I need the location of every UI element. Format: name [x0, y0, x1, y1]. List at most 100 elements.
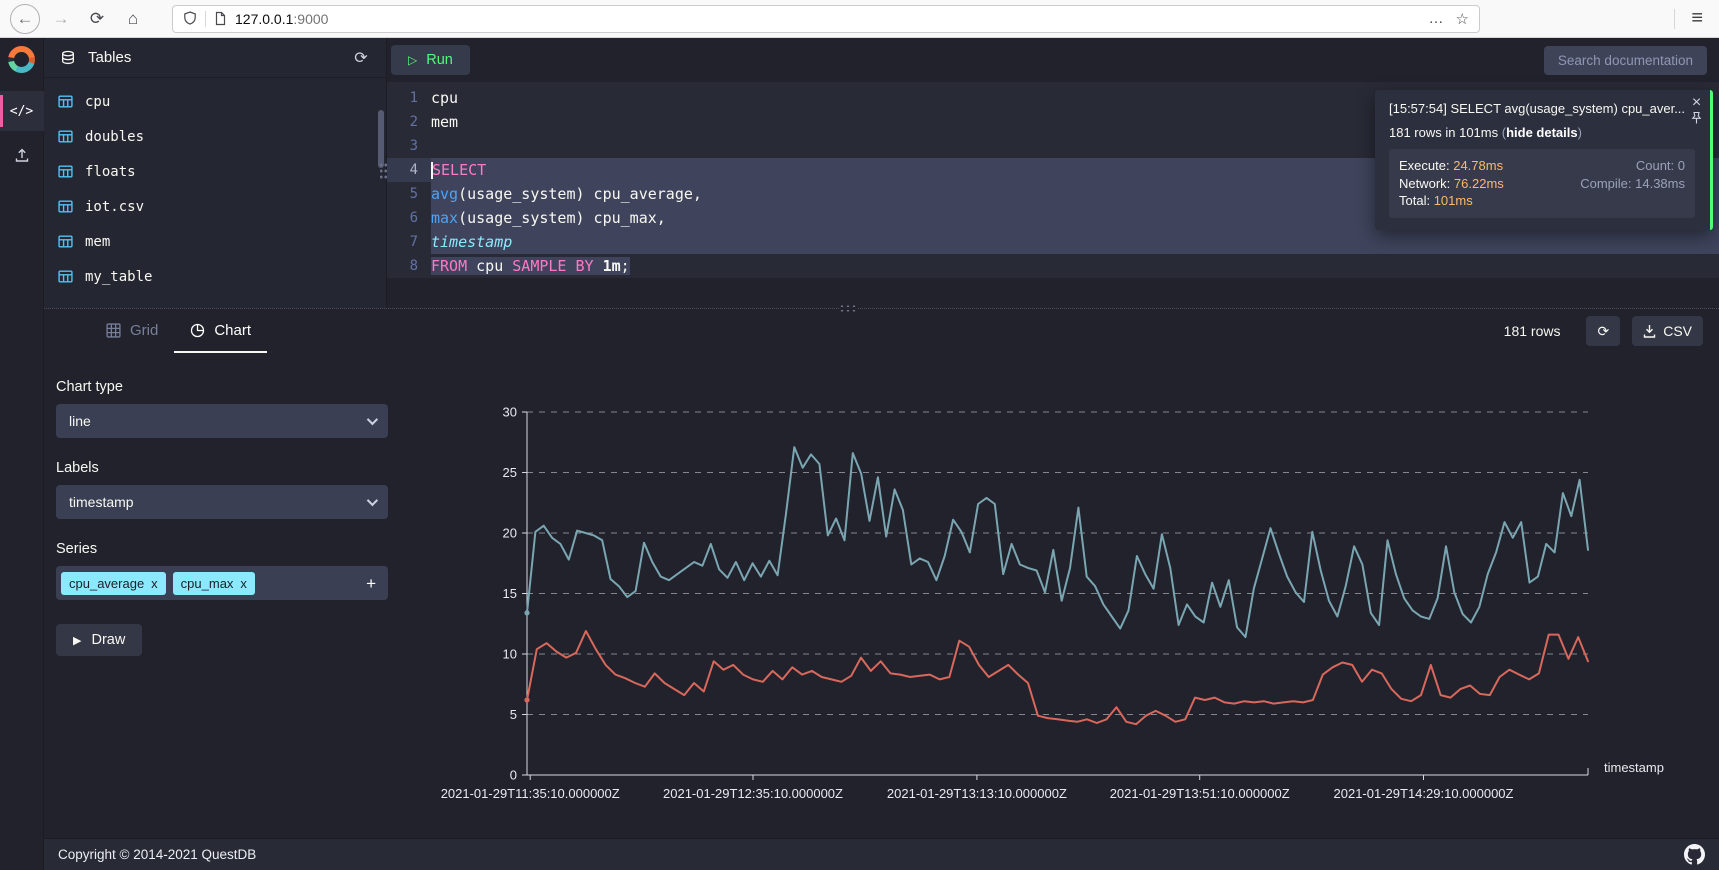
line-number: 5	[387, 182, 431, 206]
table-icon	[58, 94, 73, 109]
sql-editor: ▷ Run Search documentation 1cpu2mem34SEL…	[387, 38, 1719, 308]
table-item-floats[interactable]: floats	[44, 154, 386, 189]
series-tagbox[interactable]: cpu_averagex cpu_maxx +	[56, 566, 388, 600]
browser-chrome: ← → ⟳ ⌂ 127.0.0.1:9000 … ☆ ≡	[0, 0, 1719, 38]
table-name: doubles	[85, 129, 144, 145]
browser-home-icon[interactable]: ⌂	[118, 4, 148, 34]
console-nav-icon[interactable]: </>	[0, 91, 44, 131]
chart-controls: Chart type line Labels timestamp Series …	[44, 353, 404, 838]
line-number: 8	[387, 254, 431, 278]
svg-text:0: 0	[510, 768, 517, 783]
stat-row: Compile: 14.38ms	[1580, 175, 1685, 193]
series-tag-cpu_average[interactable]: cpu_averagex	[61, 572, 166, 595]
remove-tag-icon[interactable]: x	[151, 576, 158, 591]
menu-icon[interactable]: ≡	[1685, 7, 1709, 30]
line-number: 6	[387, 206, 431, 230]
labels-select[interactable]: timestamp	[56, 485, 388, 519]
page-actions-icon[interactable]: …	[1429, 10, 1444, 27]
svg-text:20: 20	[503, 526, 517, 541]
shield-icon	[183, 11, 197, 26]
questdb-logo	[8, 46, 35, 73]
query-notification: × [15:57:54] SELECT avg(usage_system) cp…	[1375, 90, 1713, 230]
close-icon[interactable]: ×	[1692, 96, 1701, 110]
line-number: 2	[387, 110, 431, 134]
side-rail: </>	[0, 38, 44, 870]
line-chart[interactable]: 0510152025302021-01-29T11:35:10.000000Z2…	[404, 353, 1719, 838]
svg-text:timestamp: timestamp	[1604, 760, 1664, 775]
table-icon	[58, 164, 73, 179]
copyright-text: Copyright © 2014-2021 QuestDB	[58, 847, 256, 862]
url-text: 127.0.0.1:9000	[235, 11, 1421, 27]
pin-icon[interactable]	[1690, 111, 1703, 125]
svg-text:2021-01-29T14:29:10.000000Z: 2021-01-29T14:29:10.000000Z	[1334, 786, 1514, 801]
page-icon	[214, 11, 227, 26]
svg-text:5: 5	[510, 707, 517, 722]
svg-text:30: 30	[503, 405, 517, 420]
table-name: iot.csv	[85, 199, 144, 215]
table-icon	[58, 199, 73, 214]
table-icon	[58, 234, 73, 249]
csv-download-button[interactable]: CSV	[1632, 316, 1703, 346]
table-icon	[58, 129, 73, 144]
pie-chart-icon	[190, 323, 205, 338]
tab-chart[interactable]: Chart	[174, 309, 267, 353]
tables-refresh-icon[interactable]: ⟳	[346, 44, 376, 72]
browser-forward-icon[interactable]: →	[46, 4, 76, 34]
stat-row: Network: 76.22ms	[1399, 175, 1504, 193]
notification-summary: 181 rows in 101ms (hide details)	[1389, 125, 1695, 140]
footer: Copyright © 2014-2021 QuestDB	[44, 838, 1719, 870]
browser-back-icon[interactable]: ←	[10, 4, 40, 34]
url-bar[interactable]: 127.0.0.1:9000 … ☆	[172, 5, 1480, 33]
svg-text:2021-01-29T13:13:10.000000Z: 2021-01-29T13:13:10.000000Z	[887, 786, 1067, 801]
table-item-doubles[interactable]: doubles	[44, 119, 386, 154]
tables-list: cpu doubles floats iot.csv mem my_table	[44, 78, 386, 294]
notification-title: [15:57:54] SELECT avg(usage_system) cpu_…	[1389, 101, 1695, 116]
browser-refresh-icon[interactable]: ⟳	[82, 4, 112, 34]
play-icon: ▶	[73, 634, 81, 647]
stat-row: Total: 101ms	[1399, 192, 1504, 210]
table-name: my_table	[85, 269, 152, 285]
horizontal-drag-handle[interactable]	[839, 304, 857, 313]
play-outline-icon: ▷	[408, 53, 417, 67]
table-item-my_table[interactable]: my_table	[44, 259, 386, 294]
vertical-drag-handle[interactable]	[379, 162, 388, 180]
table-item-cpu[interactable]: cpu	[44, 84, 386, 119]
run-button[interactable]: ▷ Run	[391, 45, 470, 75]
scrollbar-thumb[interactable]	[378, 110, 384, 168]
draw-button[interactable]: ▶ Draw	[56, 624, 142, 656]
results-refresh-button[interactable]: ⟳	[1586, 316, 1620, 346]
series-cpu_average	[527, 631, 1588, 724]
chart-type-select[interactable]: line	[56, 404, 388, 438]
line-number: 1	[387, 86, 431, 110]
search-documentation-button[interactable]: Search documentation	[1544, 46, 1707, 75]
notification-details: Execute: 24.78msNetwork: 76.22msTotal: 1…	[1389, 149, 1695, 218]
remove-tag-icon[interactable]: x	[240, 576, 247, 591]
series-tag-cpu_max[interactable]: cpu_maxx	[173, 572, 255, 595]
tab-grid[interactable]: Grid	[90, 309, 174, 353]
chevron-down-icon	[367, 495, 378, 506]
hide-details-link[interactable]: hide details	[1506, 125, 1578, 140]
svg-text:15: 15	[503, 586, 517, 601]
line-number: 4	[387, 158, 431, 182]
code-line-7[interactable]: 7timestamp	[387, 230, 1719, 254]
toolbar-divider	[1674, 9, 1675, 29]
svg-text:2021-01-29T12:35:10.000000Z: 2021-01-29T12:35:10.000000Z	[663, 786, 843, 801]
bookmark-star-icon[interactable]: ☆	[1456, 10, 1469, 28]
series-label: Series	[56, 541, 388, 557]
row-count: 181 rows	[1504, 323, 1561, 339]
table-item-mem[interactable]: mem	[44, 224, 386, 259]
tables-panel-title: Tables	[88, 49, 131, 66]
table-item-iot.csv[interactable]: iot.csv	[44, 189, 386, 224]
import-nav-icon[interactable]	[0, 135, 44, 175]
urlbar-divider	[205, 11, 206, 27]
add-series-icon[interactable]: +	[366, 575, 376, 592]
code-line-8[interactable]: 8FROM cpu SAMPLE BY 1m;	[387, 254, 1719, 278]
svg-text:10: 10	[503, 647, 517, 662]
upload-icon	[14, 147, 30, 163]
table-name: floats	[85, 164, 136, 180]
series-cpu_max	[527, 447, 1588, 637]
svg-text:2021-01-29T11:35:10.000000Z: 2021-01-29T11:35:10.000000Z	[441, 786, 620, 801]
github-icon[interactable]	[1684, 844, 1705, 865]
chart-type-label: Chart type	[56, 379, 388, 395]
download-icon	[1643, 324, 1656, 338]
